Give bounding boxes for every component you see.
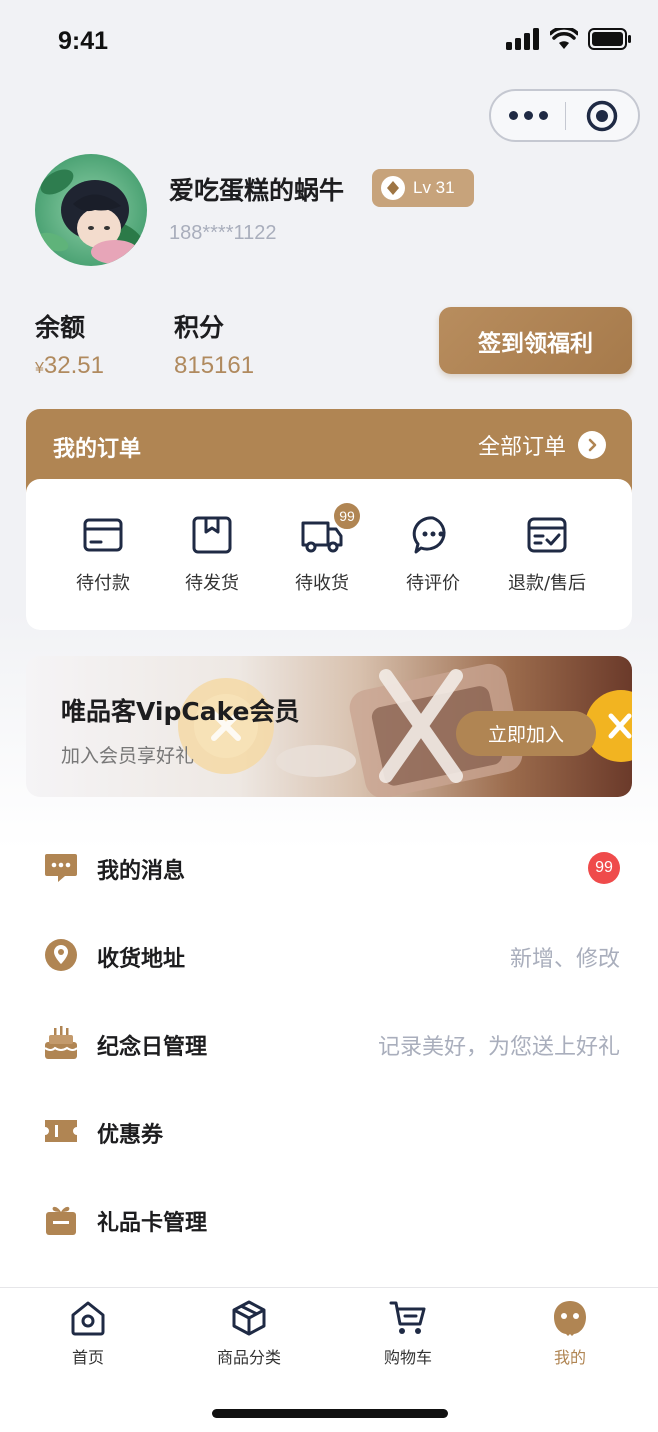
order-count-badge: 99 bbox=[332, 501, 362, 531]
wifi-icon bbox=[550, 28, 578, 49]
join-membership-button[interactable]: 立即加入 bbox=[456, 711, 596, 756]
order-item-label: 待发货 bbox=[185, 573, 239, 594]
level-coin-icon bbox=[381, 176, 405, 200]
balance-label: 余额 bbox=[35, 313, 86, 342]
miniprogram-capsule bbox=[489, 89, 640, 142]
gift-icon bbox=[43, 1201, 79, 1237]
avatar-image bbox=[35, 154, 147, 266]
order-item-label: 退款/售后 bbox=[507, 573, 587, 594]
package-icon bbox=[190, 513, 234, 557]
membership-banner[interactable]: 唯品客VipCake会员 加入会员享好礼 立即加入 bbox=[26, 656, 632, 797]
coupon-icon bbox=[43, 1113, 79, 1149]
menu-label: 优惠券 bbox=[97, 1123, 164, 1148]
level-badge[interactable]: Lv 31 bbox=[372, 169, 474, 207]
target-icon bbox=[586, 100, 618, 131]
order-pending-receipt[interactable]: 99 待收货 bbox=[262, 501, 382, 595]
tab-label: 购物车 bbox=[383, 1348, 432, 1367]
tab-home[interactable]: 首页 bbox=[28, 1298, 148, 1368]
unread-badge: 99 bbox=[588, 852, 620, 884]
menu-item-address[interactable]: 收货地址 新增、修改 bbox=[0, 925, 658, 985]
status-bar: 9:41 bbox=[0, 0, 658, 86]
balance-value[interactable]: ¥32.51 bbox=[35, 352, 104, 380]
order-refund-aftersale[interactable]: 退款/售后 bbox=[487, 513, 607, 595]
home-indicator bbox=[212, 1409, 448, 1418]
tab-label: 商品分类 bbox=[216, 1348, 281, 1367]
menu-hint: 新增、修改 bbox=[509, 947, 620, 972]
avatar[interactable] bbox=[35, 154, 147, 266]
currency-symbol: ¥ bbox=[35, 360, 44, 377]
menu-label: 礼品卡管理 bbox=[97, 1211, 208, 1236]
profile-icon bbox=[550, 1298, 590, 1338]
wallet-icon bbox=[81, 513, 125, 557]
order-pending-shipment[interactable]: 待发货 bbox=[152, 513, 272, 595]
all-orders-label: 全部订单 bbox=[477, 435, 566, 460]
menu-item-anniversary[interactable]: 纪念日管理 记录美好，为您送上好礼 bbox=[0, 1013, 658, 1073]
cart-icon bbox=[388, 1298, 428, 1338]
banner-title: 唯品客VipCake会员 bbox=[61, 697, 300, 726]
menu-hint: 记录美好，为您送上好礼 bbox=[377, 1035, 620, 1060]
more-dot bbox=[508, 111, 518, 120]
chevron-right-icon bbox=[578, 431, 606, 459]
home-icon bbox=[68, 1298, 108, 1338]
all-orders-link[interactable]: 全部订单 bbox=[478, 429, 606, 461]
signin-rewards-button[interactable]: 签到领福利 bbox=[439, 307, 632, 374]
orders-title: 我的订单 bbox=[53, 437, 142, 462]
menu-item-coupons[interactable]: 优惠券 bbox=[0, 1101, 658, 1161]
more-dot bbox=[523, 111, 533, 120]
battery-icon bbox=[588, 28, 631, 50]
status-icons bbox=[506, 28, 632, 50]
points-value[interactable]: 815161 bbox=[174, 352, 254, 380]
tab-label: 我的 bbox=[553, 1348, 586, 1367]
truck-icon: 99 bbox=[300, 501, 362, 557]
menu-item-messages[interactable]: 我的消息 99 bbox=[0, 837, 658, 897]
tab-cart[interactable]: 购物车 bbox=[348, 1298, 468, 1368]
order-item-label: 待评价 bbox=[406, 573, 460, 594]
order-item-label: 待收货 bbox=[295, 573, 349, 594]
category-box-icon bbox=[229, 1298, 269, 1338]
tab-profile[interactable]: 我的 bbox=[510, 1298, 630, 1368]
menu-label: 纪念日管理 bbox=[97, 1035, 208, 1060]
tab-label: 首页 bbox=[71, 1348, 104, 1367]
username: 爱吃蛋糕的蜗牛 bbox=[169, 176, 345, 205]
orders-body: 待付款 待发货 99 待收货 待评价 退款/售后 bbox=[26, 479, 632, 630]
balance-amount: 32.51 bbox=[43, 352, 104, 379]
menu-item-giftcards[interactable]: 礼品卡管理 bbox=[0, 1189, 658, 1249]
points-label: 积分 bbox=[174, 313, 225, 342]
location-icon bbox=[43, 937, 79, 973]
menu-label: 我的消息 bbox=[97, 859, 186, 884]
chat-bubble-icon bbox=[411, 513, 455, 557]
order-item-label: 待付款 bbox=[76, 573, 130, 594]
signal-icon bbox=[506, 28, 539, 50]
orders-card: 我的订单 全部订单 待付款 待发货 99 待收货 待评价 退款/售后 bbox=[26, 409, 632, 630]
refund-box-icon bbox=[525, 513, 569, 557]
more-options-button[interactable] bbox=[491, 91, 565, 140]
more-dot bbox=[538, 111, 548, 120]
message-icon bbox=[43, 849, 79, 885]
menu-label: 收货地址 bbox=[97, 947, 186, 972]
order-pending-review[interactable]: 待评价 bbox=[373, 513, 493, 595]
phone-number: 188****1122 bbox=[169, 222, 277, 244]
order-pending-payment[interactable]: 待付款 bbox=[43, 513, 163, 595]
close-miniprogram-button[interactable] bbox=[566, 99, 638, 133]
level-text: Lv 31 bbox=[413, 178, 455, 197]
banner-subtitle: 加入会员享好礼 bbox=[61, 745, 195, 767]
cake-icon bbox=[43, 1025, 79, 1061]
tab-categories[interactable]: 商品分类 bbox=[189, 1298, 309, 1368]
status-time: 9:41 bbox=[58, 27, 109, 55]
